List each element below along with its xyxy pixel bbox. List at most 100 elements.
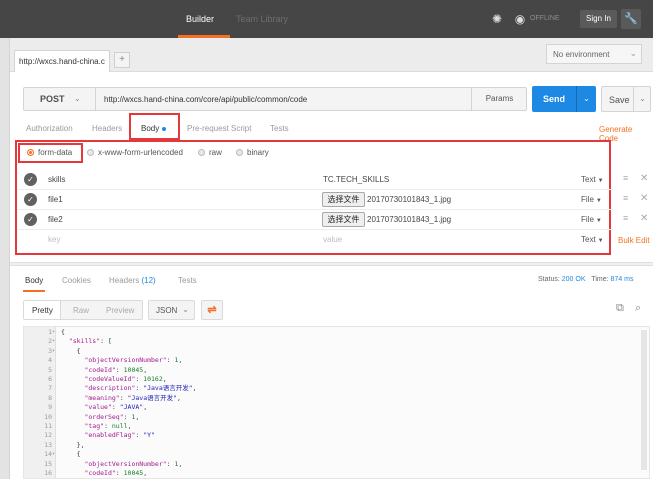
time-value: 874 ms	[610, 276, 634, 283]
method-select[interactable]: POST ⌄	[24, 88, 96, 110]
body-tab-highlight	[129, 113, 180, 140]
top-bar: Builder Team Library ✺ ◉ OFFLINE Sign In…	[0, 0, 653, 38]
row-type-select[interactable]: File ▼	[581, 215, 602, 224]
code-text: "objectVersionNumber": 1,	[84, 356, 183, 365]
status-value: 200 OK	[561, 276, 586, 283]
chevron-down-icon: ⌄	[74, 94, 81, 103]
view-pretty-button[interactable]: Pretty	[32, 306, 53, 315]
line-number: 1	[48, 328, 52, 336]
row-menu-icon[interactable]: ≡	[623, 173, 628, 183]
response-tab-body[interactable]: Body	[25, 276, 43, 285]
fold-toggle-icon[interactable]: ▾	[52, 347, 55, 356]
row-enabled-checkbox[interactable]: ✓	[24, 193, 37, 206]
url-input[interactable]: http://wxcs.hand-china.com/core/api/publ…	[104, 95, 307, 104]
caret-down-icon: ▼	[595, 218, 602, 224]
fold-toggle-icon[interactable]: ▾	[52, 450, 55, 459]
fold-toggle-icon[interactable]: ▾	[52, 328, 55, 337]
code-text: "codeValueId": 10162,	[84, 375, 167, 383]
line-number: 4	[48, 356, 52, 365]
new-key-input[interactable]: key	[48, 235, 60, 244]
row-value[interactable]: TC.TECH_SKILLS	[323, 175, 389, 184]
line-number: 11	[44, 422, 52, 430]
radio-urlencoded[interactable]: x-www-form-urlencoded	[87, 148, 183, 157]
row-menu-icon[interactable]: ≡	[623, 193, 628, 203]
new-value-input[interactable]: value	[323, 235, 342, 244]
row-key[interactable]: file2	[48, 215, 63, 224]
pane-divider[interactable]	[10, 262, 653, 266]
offline-status: OFFLINE	[530, 15, 560, 22]
bulk-edit-link[interactable]: Bulk Edit	[618, 236, 650, 245]
view-raw-button[interactable]: Raw	[73, 306, 89, 315]
radio-raw[interactable]: raw	[198, 148, 222, 157]
row-key[interactable]: file1	[48, 195, 63, 204]
radio-urlencoded-label: x-www-form-urlencoded	[98, 148, 183, 157]
response-tab-tests[interactable]: Tests	[178, 276, 197, 285]
tab-authorization[interactable]: Authorization	[26, 124, 73, 133]
view-preview-button[interactable]: Preview	[106, 306, 134, 315]
environment-label: No environment	[553, 50, 610, 59]
sign-in-button[interactable]: Sign In	[580, 10, 617, 28]
code-text: "tag": null,	[84, 422, 132, 430]
response-tab-headers-label: Headers	[109, 276, 140, 285]
choose-file-button[interactable]: 选择文件	[322, 212, 365, 227]
row-filename: 20170730101843_1.jpg	[367, 195, 452, 204]
form-row: ✓ skills TC.TECH_SKILLS Text ▼	[18, 170, 613, 190]
settings-wrench-icon[interactable]: 🔧	[621, 9, 641, 29]
interceptor-icon[interactable]: ✺	[489, 11, 505, 27]
environment-select[interactable]: No environment ⌄	[546, 44, 642, 64]
row-delete-icon[interactable]: ✕	[640, 193, 648, 204]
response-scrollbar[interactable]	[641, 330, 647, 470]
line-number: 2	[48, 337, 52, 346]
params-button[interactable]: Params	[471, 87, 527, 111]
response-tab-cookies[interactable]: Cookies	[62, 276, 91, 285]
wrap-lines-icon[interactable]: ⇌	[201, 300, 223, 320]
builder-tab[interactable]: Builder	[186, 14, 214, 24]
request-tab[interactable]: http://wxcs.hand-china.c	[14, 50, 110, 72]
response-tab-headers[interactable]: Headers (12)	[109, 276, 156, 285]
chevron-down-icon: ⌄	[182, 305, 189, 314]
radio-icon	[87, 149, 94, 156]
radio-icon	[236, 149, 243, 156]
row-type-select[interactable]: File ▼	[581, 195, 602, 204]
copy-icon[interactable]: ⧉	[616, 302, 624, 315]
form-row: ✓ file2 选择文件 20170730101843_1.jpg File ▼	[18, 210, 613, 230]
response-code-editor[interactable]: 1 ▾{2 ▾ "skills": [3 ▾ {4 "objectVersionNum…	[23, 326, 650, 479]
row-type-select[interactable]: Text ▼	[581, 235, 604, 244]
row-delete-icon[interactable]: ✕	[640, 213, 648, 224]
tab-headers[interactable]: Headers	[92, 124, 122, 133]
row-enabled-checkbox[interactable]: ✓	[24, 173, 37, 186]
search-icon[interactable]: ⌕	[635, 302, 641, 315]
radio-binary[interactable]: binary	[236, 148, 269, 157]
response-active-indicator	[23, 290, 45, 292]
row-type-select[interactable]: Text ▼	[581, 175, 604, 184]
row-key[interactable]: skills	[48, 175, 65, 184]
row-type-label: Text	[581, 175, 596, 184]
tab-pre-request-script[interactable]: Pre-request Script	[187, 124, 251, 133]
row-menu-icon[interactable]: ≡	[623, 213, 628, 223]
code-text: "orderSeq": 1,	[84, 412, 140, 421]
sync-status-icon[interactable]: ◉	[512, 11, 528, 27]
response-status: Status: 200 OK Time: 874 ms	[538, 276, 634, 283]
choose-file-button[interactable]: 选择文件	[322, 192, 365, 207]
tab-tests[interactable]: Tests	[270, 124, 289, 133]
radio-binary-label: binary	[247, 148, 269, 157]
row-enabled-checkbox[interactable]: ✓	[24, 213, 37, 226]
radio-raw-label: raw	[209, 148, 222, 157]
radio-form-data[interactable]: form-data	[27, 148, 72, 157]
line-number: 6	[48, 375, 52, 383]
headers-count: (12)	[141, 276, 156, 285]
send-button[interactable]: Send ⌄	[532, 86, 596, 112]
send-dropdown-icon[interactable]: ⌄	[576, 86, 596, 112]
caret-down-icon: ▼	[597, 238, 604, 244]
line-number: 12	[44, 431, 52, 440]
team-library-tab[interactable]: Team Library	[236, 14, 288, 24]
fold-toggle-icon[interactable]: ▾	[52, 337, 55, 346]
add-tab-button[interactable]: +	[114, 52, 130, 68]
row-delete-icon[interactable]: ✕	[640, 173, 648, 184]
save-button[interactable]: Save ⌄	[601, 86, 651, 112]
code-text: "value": "JAVA",	[84, 403, 148, 412]
save-dropdown-icon[interactable]: ⌄	[633, 87, 651, 111]
status-label: Status:	[538, 276, 560, 283]
url-bar: POST ⌄ http://wxcs.hand-china.com/core/a…	[23, 87, 527, 111]
format-select[interactable]: JSON ⌄	[148, 300, 195, 320]
